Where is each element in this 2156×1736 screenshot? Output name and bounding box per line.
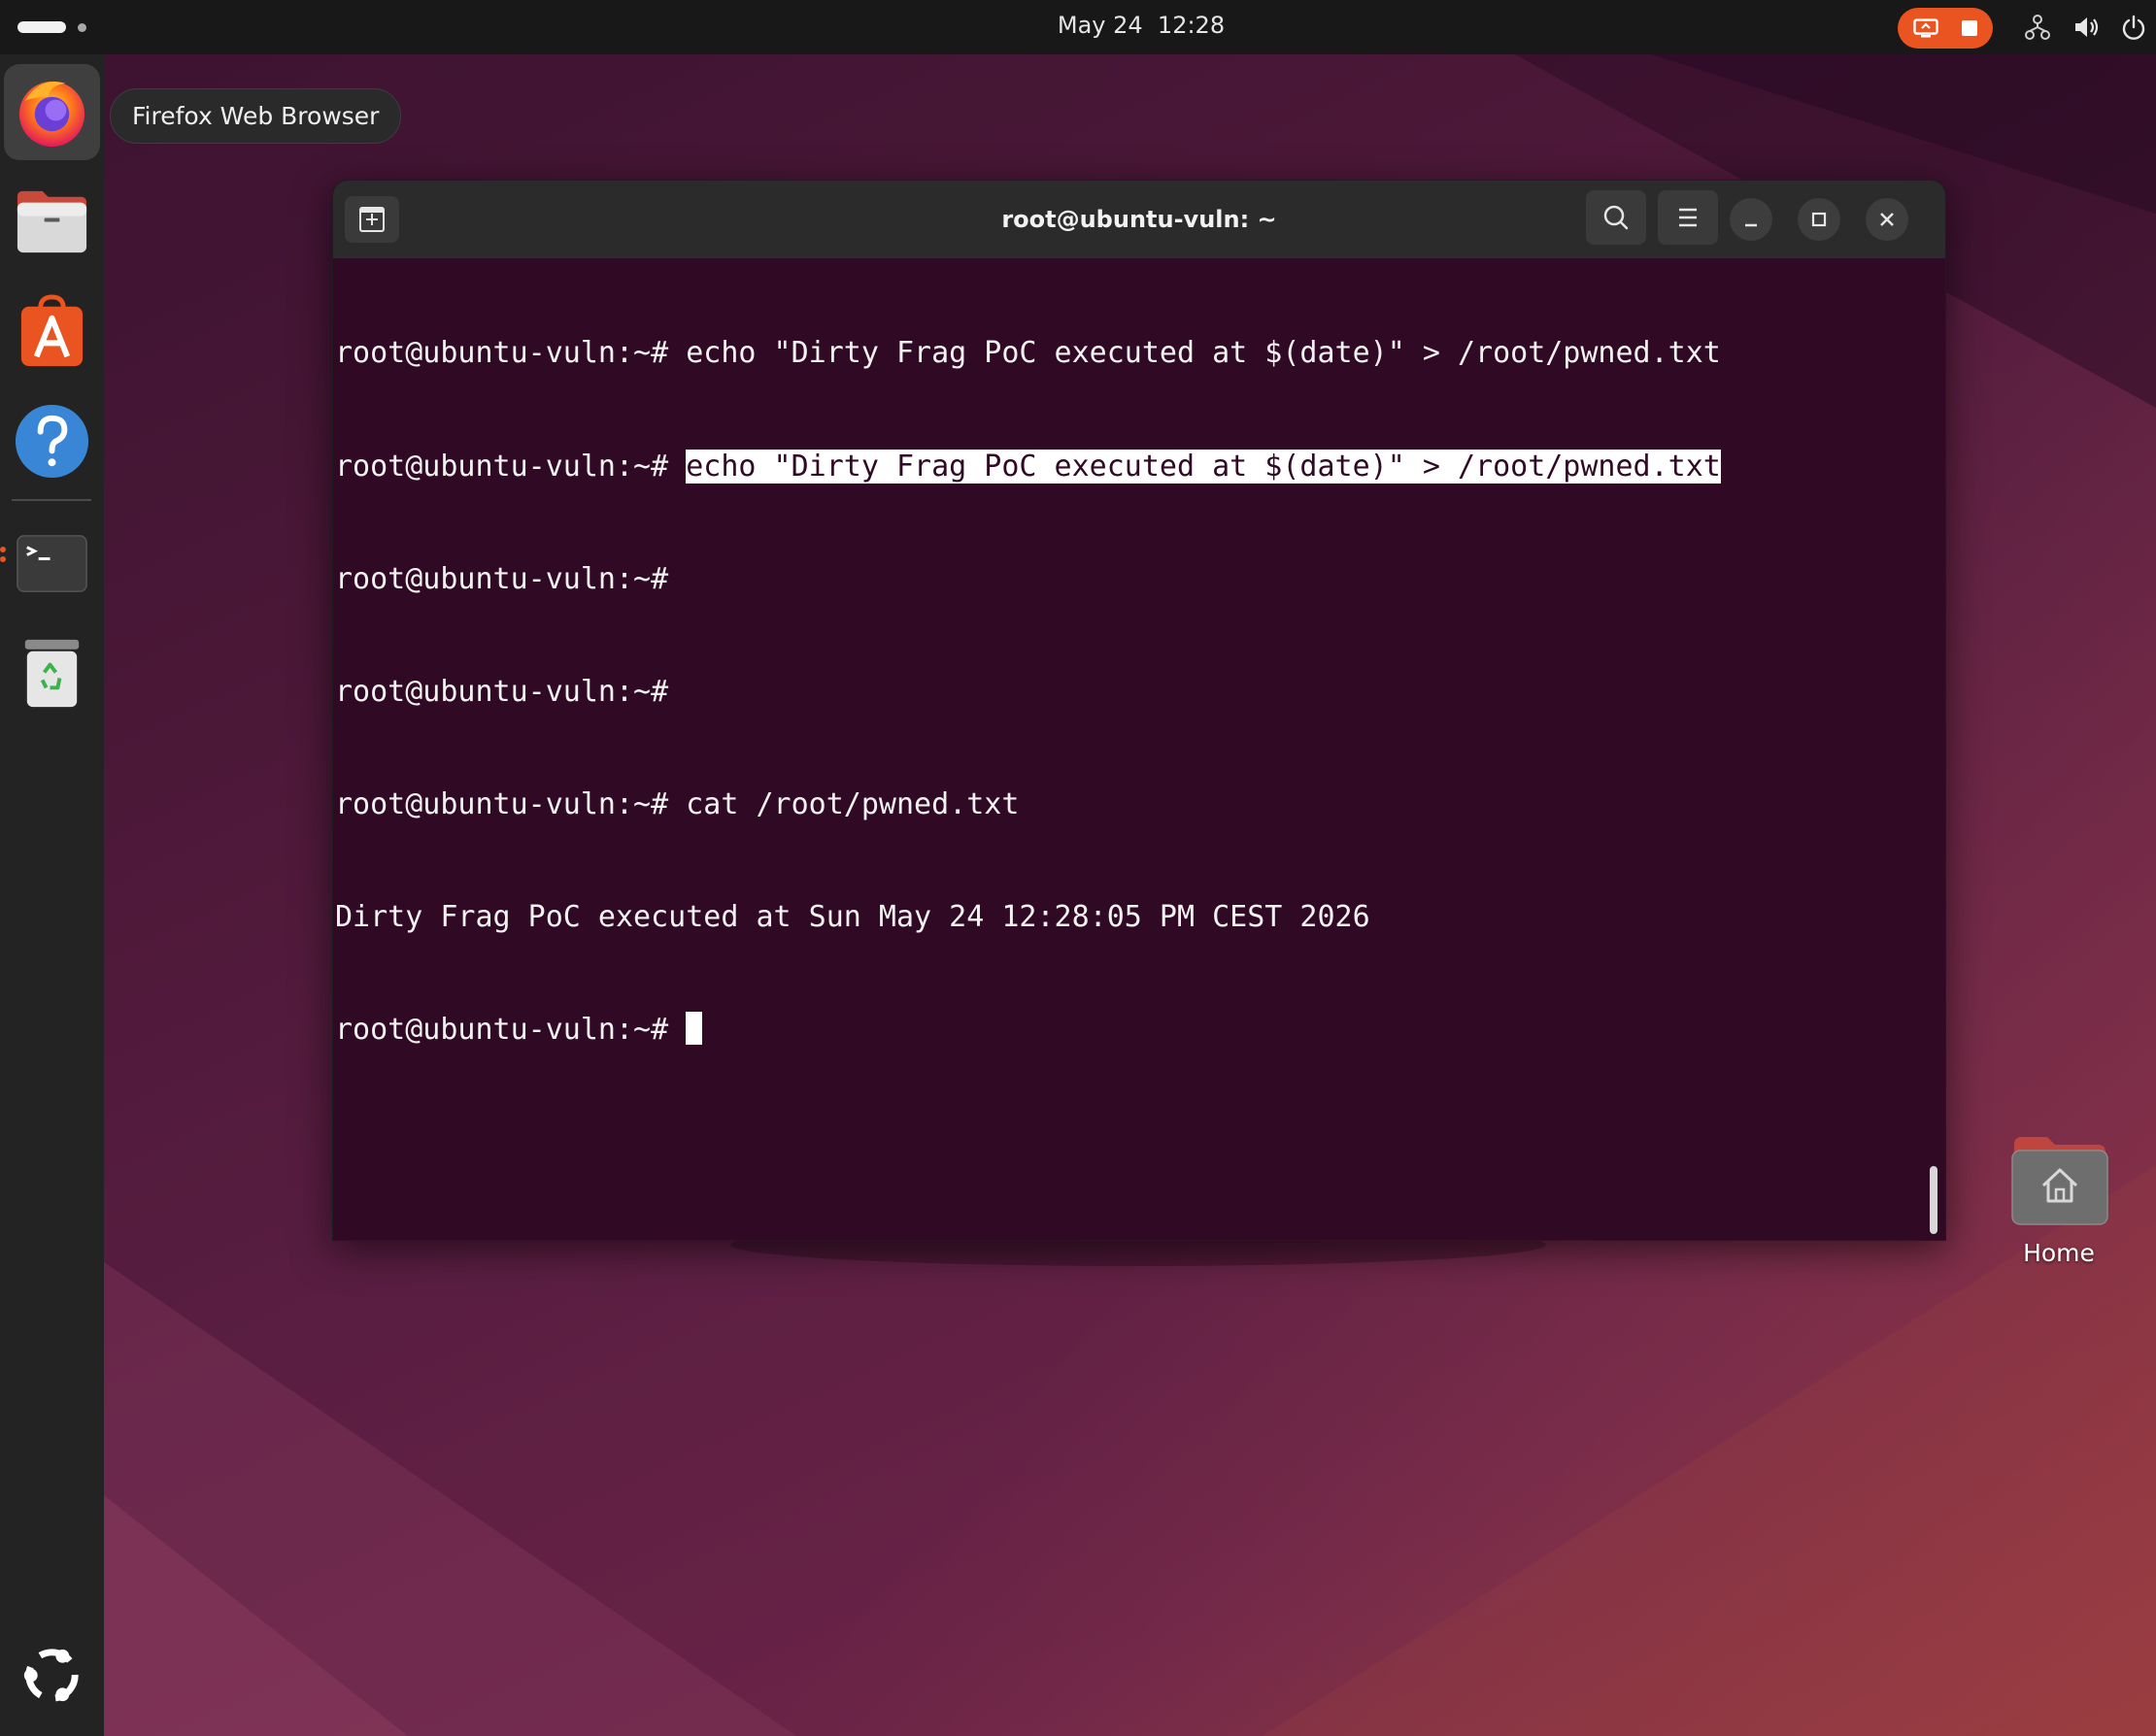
hamburger-menu-icon xyxy=(1679,208,1697,227)
close-icon xyxy=(1880,213,1894,226)
network-icon[interactable] xyxy=(2024,14,2051,41)
dock-item-trash[interactable] xyxy=(4,624,100,720)
dock-item-firefox[interactable] xyxy=(4,64,100,160)
running-indicator xyxy=(0,556,6,562)
terminal-window[interactable]: root@ubuntu-vuln: ~ root@ubuntu-vuln:~# … xyxy=(332,180,1946,1241)
top-bar: May 24 12:28 xyxy=(0,0,2156,54)
firefox-icon xyxy=(18,81,85,148)
maximize-button[interactable] xyxy=(1798,198,1840,241)
dock-separator xyxy=(12,499,91,501)
home-folder-icon[interactable] xyxy=(2008,1131,2109,1228)
clock[interactable]: May 24 12:28 xyxy=(1029,12,1253,39)
workspace-active-pill xyxy=(17,21,66,33)
trash-icon xyxy=(24,639,80,708)
terminal-line: root@ubuntu-vuln:~# xyxy=(335,674,1928,712)
menu-button[interactable] xyxy=(1658,190,1718,245)
window-title: root@ubuntu-vuln: ~ xyxy=(1001,206,1277,233)
app-center-icon xyxy=(20,294,84,367)
dock-item-files[interactable] xyxy=(4,174,100,270)
shell-prompt: root@ubuntu-vuln:~# xyxy=(335,786,687,821)
new-tab-icon xyxy=(359,207,385,232)
minimize-icon xyxy=(1745,223,1757,227)
command-text: echo "Dirty Frag PoC executed at $(date)… xyxy=(686,336,1721,371)
command-output: Dirty Frag PoC executed at Sun May 24 12… xyxy=(335,899,1370,934)
workspace-dot xyxy=(78,23,86,32)
terminal-line: root@ubuntu-vuln:~# echo "Dirty Frag PoC… xyxy=(335,335,1928,373)
minimize-button[interactable] xyxy=(1730,198,1772,241)
shell-prompt: root@ubuntu-vuln:~# xyxy=(335,561,669,596)
terminal-titlebar[interactable]: root@ubuntu-vuln: ~ xyxy=(333,181,1945,258)
screen-share-icon xyxy=(1913,18,1938,38)
search-button[interactable] xyxy=(1586,190,1646,245)
new-tab-button[interactable] xyxy=(345,196,399,243)
terminal-line: root@ubuntu-vuln:~# echo "Dirty Frag PoC… xyxy=(335,449,1928,486)
help-icon xyxy=(15,404,89,479)
files-icon xyxy=(17,190,87,253)
screen-recording-indicator[interactable] xyxy=(1898,8,1993,49)
terminal-output[interactable]: root@ubuntu-vuln:~# echo "Dirty Frag PoC… xyxy=(335,260,1928,1231)
maximize-icon xyxy=(1811,212,1827,227)
ubuntu-logo-icon xyxy=(23,1649,79,1702)
terminal-line: root@ubuntu-vuln:~# xyxy=(335,561,1928,599)
close-button[interactable] xyxy=(1866,198,1908,241)
terminal-scrollbar[interactable] xyxy=(1930,1166,1937,1234)
selected-command-text[interactable]: echo "Dirty Frag PoC executed at $(date)… xyxy=(686,449,1721,484)
dock-item-show-apps[interactable] xyxy=(4,1627,100,1723)
search-icon xyxy=(1603,205,1629,230)
shell-prompt: root@ubuntu-vuln:~# xyxy=(335,449,687,484)
stop-recording-icon[interactable] xyxy=(1962,20,1977,36)
volume-icon[interactable] xyxy=(2072,14,2100,41)
terminal-icon xyxy=(17,535,87,592)
shell-prompt: root@ubuntu-vuln:~# xyxy=(335,1012,687,1047)
dock-item-help[interactable] xyxy=(4,393,100,489)
running-indicator xyxy=(0,547,6,552)
terminal-line: Dirty Frag PoC executed at Sun May 24 12… xyxy=(335,899,1928,937)
home-folder-label[interactable]: Home xyxy=(1981,1239,2137,1267)
dock-item-app-center[interactable] xyxy=(4,284,100,380)
power-icon[interactable] xyxy=(2120,14,2147,41)
dock-item-terminal[interactable] xyxy=(4,515,100,611)
shell-prompt: root@ubuntu-vuln:~# xyxy=(335,674,669,709)
command-text: cat /root/pwned.txt xyxy=(686,786,1020,821)
terminal-line: root@ubuntu-vuln:~# cat /root/pwned.txt xyxy=(335,786,1928,824)
dock-tooltip: Firefox Web Browser xyxy=(110,88,402,144)
terminal-line: root@ubuntu-vuln:~# xyxy=(335,1011,1928,1050)
terminal-cursor xyxy=(686,1011,703,1045)
shell-prompt: root@ubuntu-vuln:~# xyxy=(335,336,687,371)
dock xyxy=(0,54,104,1736)
